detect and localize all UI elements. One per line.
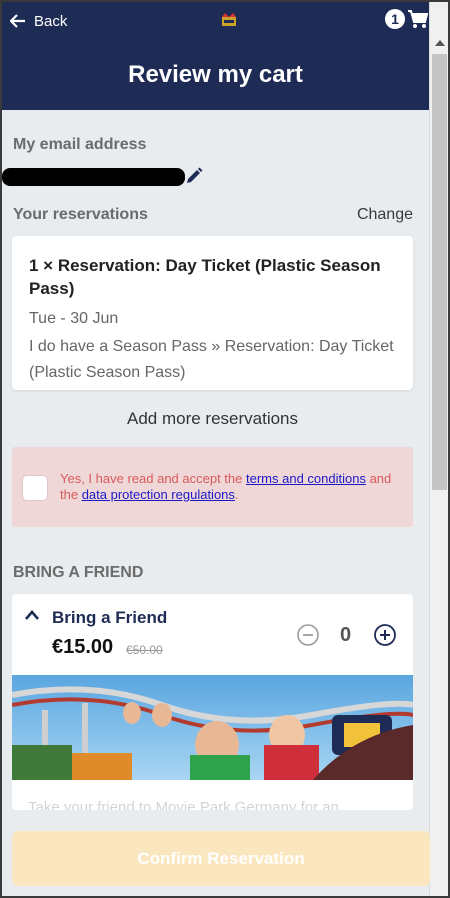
bring-friend-section-label: BRING A FRIEND [13, 564, 144, 581]
confirm-reservation-button[interactable]: Confirm Reservation [12, 831, 430, 886]
bring-friend-old-price: €50.00 [126, 643, 163, 657]
bring-friend-header: Bring a Friend €15.00 €50.00 0 [12, 594, 413, 675]
bring-friend-title: Bring a Friend [52, 608, 168, 627]
reservations-label: Your reservations [13, 206, 148, 223]
terms-and-conditions-link[interactable]: terms and conditions [246, 471, 366, 486]
terms-suffix: . [234, 487, 239, 502]
terms-checkbox[interactable] [22, 475, 48, 501]
bring-friend-description: Take your friend to Movie Park Germany f… [28, 799, 339, 810]
bring-friend-card: Bring a Friend €15.00 €50.00 0 Take your… [12, 594, 413, 810]
cart-button[interactable]: 1 [385, 9, 429, 29]
add-more-reservations-link[interactable]: Add more reservations [2, 409, 423, 429]
plus-circle-icon[interactable] [373, 623, 397, 647]
shopping-cart-icon [408, 10, 429, 28]
reservation-title: 1 × Reservation: Day Ticket (Plastic Sea… [29, 256, 381, 298]
terms-prefix: Yes, I have read and accept the [60, 471, 246, 486]
email-label: My email address [13, 136, 147, 153]
back-button[interactable]: Back [2, 13, 67, 30]
bring-friend-price: €15.00 [52, 636, 114, 658]
top-bar: Back 1 [2, 2, 429, 40]
reservation-card: 1 × Reservation: Day Ticket (Plastic Sea… [12, 236, 413, 390]
scroll-up-arrow-icon[interactable] [435, 40, 445, 46]
scrollbar[interactable] [429, 2, 448, 896]
reservation-description: I do have a Season Pass » Reservation: D… [29, 338, 394, 381]
terms-text: Yes, I have read and accept the terms an… [60, 471, 400, 503]
quantity-value: 0 [340, 624, 352, 646]
chevron-up-icon[interactable] [24, 609, 40, 621]
minus-circle-icon[interactable] [296, 623, 320, 647]
page-header: Review my cart [2, 40, 429, 110]
park-logo-icon [222, 13, 236, 26]
confirm-bar: Confirm Reservation [2, 822, 430, 896]
terms-consent-box: Yes, I have read and accept the terms an… [12, 447, 413, 527]
main-content: My email address Your reservations Chang… [2, 110, 429, 896]
pencil-edit-icon[interactable] [184, 166, 204, 186]
change-link[interactable]: Change [357, 206, 413, 224]
data-protection-link[interactable]: data protection regulations [82, 487, 235, 502]
scroll-thumb[interactable] [432, 54, 447, 490]
reservation-date: Tue - 30 Jun [29, 310, 119, 327]
arrow-left-icon [10, 14, 25, 28]
email-value-redacted [2, 168, 185, 186]
rollercoaster-photo [12, 675, 413, 781]
back-label: Back [34, 12, 68, 30]
page-title: Review my cart [128, 61, 303, 88]
cart-count-badge: 1 [385, 9, 405, 29]
